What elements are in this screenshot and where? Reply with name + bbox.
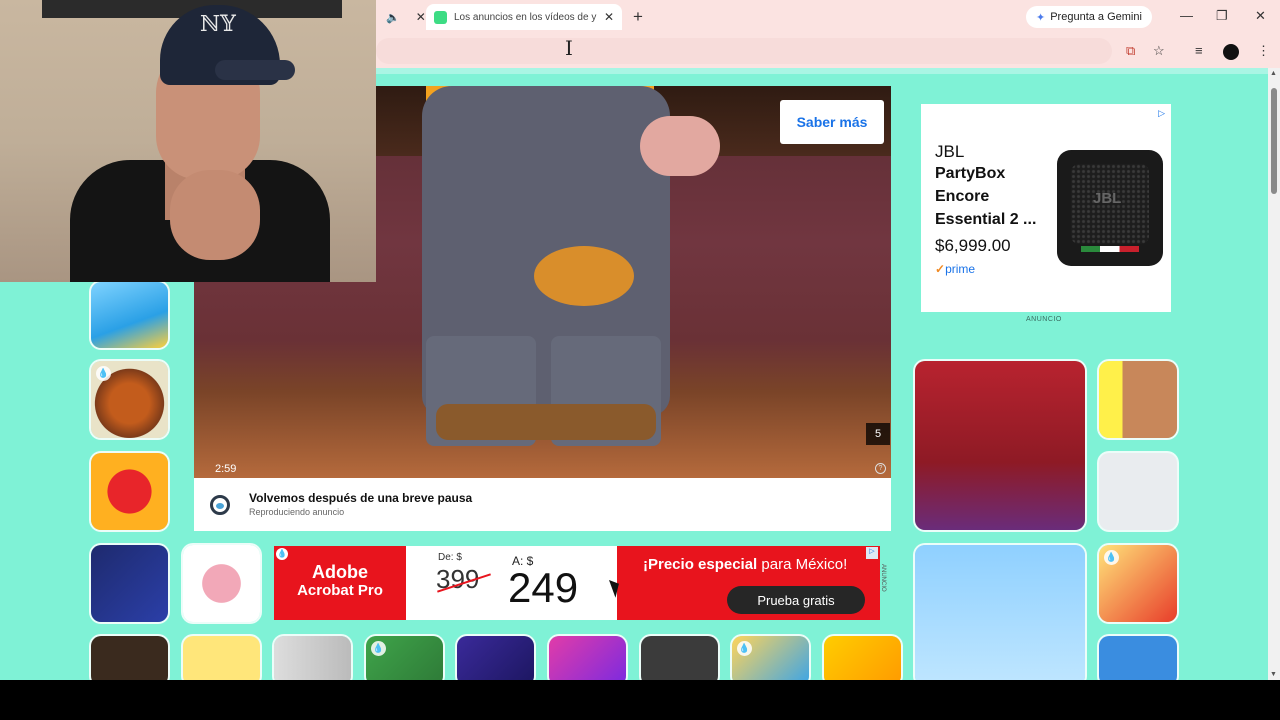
prueba-gratis-button[interactable]: Prueba gratis xyxy=(727,586,865,614)
ad-choices-icon[interactable]: ▷ xyxy=(1158,108,1165,119)
cap-logo-icon: ℕ𝕐 xyxy=(200,12,236,37)
star-icon[interactable]: ☆ xyxy=(1153,43,1165,59)
promo-text: ¡Precio especial para México! xyxy=(643,556,847,573)
prime-check-icon: ✓ xyxy=(935,262,946,276)
kebab-menu-icon[interactable]: ⋮ xyxy=(1257,43,1270,59)
close-window-button[interactable]: ✕ xyxy=(1255,8,1266,24)
game-tile-dino[interactable]: 💧 xyxy=(366,636,443,686)
game-tile-pixel-face[interactable] xyxy=(1099,361,1177,438)
ad-info-title: Volvemos después de una breve pausa xyxy=(249,491,473,505)
promo-text-bold: ¡Precio especial xyxy=(643,556,758,573)
address-bar[interactable] xyxy=(376,38,1112,64)
tab-previous[interactable]: 🔈 ✕ xyxy=(376,4,426,30)
game-tile-ghost[interactable] xyxy=(549,636,626,686)
game-tile-viking[interactable] xyxy=(641,636,718,686)
new-tab-button[interactable]: + xyxy=(633,7,643,27)
info-icon[interactable]: ? xyxy=(875,463,886,474)
scroll-up-icon[interactable]: ▲ xyxy=(1270,70,1277,77)
adobe-brand-panel: Adobe Acrobat Pro xyxy=(274,546,406,620)
screen: 🔈 ✕ Los anuncios en los vídeos de y ✕ + … xyxy=(0,0,1280,720)
game-tile-brain-test[interactable] xyxy=(183,545,260,622)
video-scene-tail xyxy=(534,246,634,306)
adobe-brand-line2: Acrobat Pro xyxy=(297,582,383,599)
ad-product-name: PartyBox Encore Essential 2 ... xyxy=(935,165,1037,228)
speaker-product-image: JBL xyxy=(1057,150,1163,266)
close-tab-icon[interactable]: ✕ xyxy=(416,10,426,24)
gemini-button[interactable]: ✦ Pregunta a Gemini xyxy=(1026,6,1152,28)
game-tile-ragdoll[interactable]: 💧 xyxy=(1099,545,1177,622)
prime-label: prime xyxy=(945,262,976,276)
gemini-label: Pregunta a Gemini xyxy=(1050,11,1142,23)
promo-text-rest: para México! xyxy=(757,556,848,573)
page-top-band xyxy=(376,68,1268,74)
video-scene-hand xyxy=(640,116,720,176)
speaker-icon[interactable]: 🔈 xyxy=(386,11,400,24)
banner-ad-label: ANUNCIO xyxy=(880,564,886,592)
game-tile-arrow[interactable] xyxy=(274,636,351,686)
adobe-brand-line1: Adobe xyxy=(312,562,368,582)
game-tile-apple[interactable] xyxy=(915,545,1085,686)
scroll-down-icon[interactable]: ▼ xyxy=(1270,671,1277,678)
maximize-button[interactable]: ❐ xyxy=(1216,8,1228,24)
game-tile-stick-fight[interactable] xyxy=(91,545,168,622)
drop-badge-icon: 💧 xyxy=(371,641,386,656)
profile-avatar[interactable] xyxy=(1223,44,1239,60)
tab-active[interactable]: Los anuncios en los vídeos de y ✕ xyxy=(426,4,622,30)
display-ad-label: ANUNCIO xyxy=(1026,316,1062,323)
webcam-overlay: ℕ𝕐 xyxy=(0,0,376,282)
game-tile-red-ball[interactable] xyxy=(91,453,168,530)
site-favicon-icon xyxy=(434,10,447,24)
banner-ad-adobe[interactable]: Adobe Acrobat Pro De: $ 399 A: $ 249 ¡Pr… xyxy=(274,546,880,620)
display-ad-jbl[interactable]: ▷ JBL PartyBox Encore Essential 2 ... $6… xyxy=(921,104,1171,312)
page-scrollbar[interactable]: ▲ ▼ xyxy=(1268,68,1280,680)
game-tile-moto[interactable] xyxy=(824,636,901,686)
video-duration: 2:59 xyxy=(215,463,237,475)
install-app-icon[interactable]: ⧉ xyxy=(1126,43,1135,59)
video-scene-feet xyxy=(436,404,656,440)
game-tile-roller-coaster[interactable] xyxy=(91,282,168,348)
scroll-thumb[interactable] xyxy=(1271,88,1277,194)
banner-ad-badge-icon: 💧 xyxy=(276,548,288,560)
webcam-person-hand xyxy=(170,170,260,260)
drop-badge-icon: 💧 xyxy=(96,366,111,381)
game-tile-tree-monster[interactable]: 💧 xyxy=(91,361,168,438)
ad-price: $6,999.00 xyxy=(935,236,1011,255)
text-cursor-icon: I xyxy=(565,36,573,60)
ad-info-subtitle: Reproduciendo anuncio xyxy=(249,507,345,517)
media-controls-icon[interactable]: ≡ xyxy=(1195,43,1203,58)
old-price-label: De: $ xyxy=(438,552,462,563)
drop-badge-icon: 💧 xyxy=(737,641,752,656)
promo-panel: ¡Precio especial para México! Prueba gra… xyxy=(617,546,880,620)
game-tile-block[interactable] xyxy=(91,636,168,686)
ad-countdown[interactable]: 5 xyxy=(866,423,890,445)
ad-choices-icon[interactable]: ▷ xyxy=(866,547,878,559)
speaker-flag-stripe xyxy=(1081,246,1139,252)
speaker-logo: JBL xyxy=(1093,190,1122,207)
game-tile-king-rescue[interactable] xyxy=(915,361,1085,530)
webcam-person-cap-visor xyxy=(215,60,295,80)
game-tile-stickman[interactable] xyxy=(1099,453,1177,530)
game-tile-baby[interactable] xyxy=(183,636,260,686)
video-ad-info-bar[interactable]: Volvemos después de una breve pausa Repr… xyxy=(194,478,891,531)
gemini-sparkle-icon: ✦ xyxy=(1036,11,1046,24)
new-price: 249 xyxy=(508,564,579,611)
game-tile-blocky[interactable] xyxy=(1099,636,1177,686)
close-tab-icon[interactable]: ✕ xyxy=(604,10,614,24)
drop-badge-icon: 💧 xyxy=(1104,550,1119,565)
advertiser-logo-icon xyxy=(210,495,230,515)
minimize-button[interactable]: — xyxy=(1180,8,1193,23)
prime-badge: ✓prime xyxy=(935,262,975,276)
saber-mas-button[interactable]: Saber más xyxy=(780,100,884,144)
game-tile-hero[interactable]: 💧 xyxy=(732,636,809,686)
game-tile-monster[interactable] xyxy=(457,636,534,686)
taskbar-area xyxy=(0,680,1280,720)
ad-brand: JBL xyxy=(935,142,965,161)
tab-title: Los anuncios en los vídeos de y xyxy=(454,11,597,23)
